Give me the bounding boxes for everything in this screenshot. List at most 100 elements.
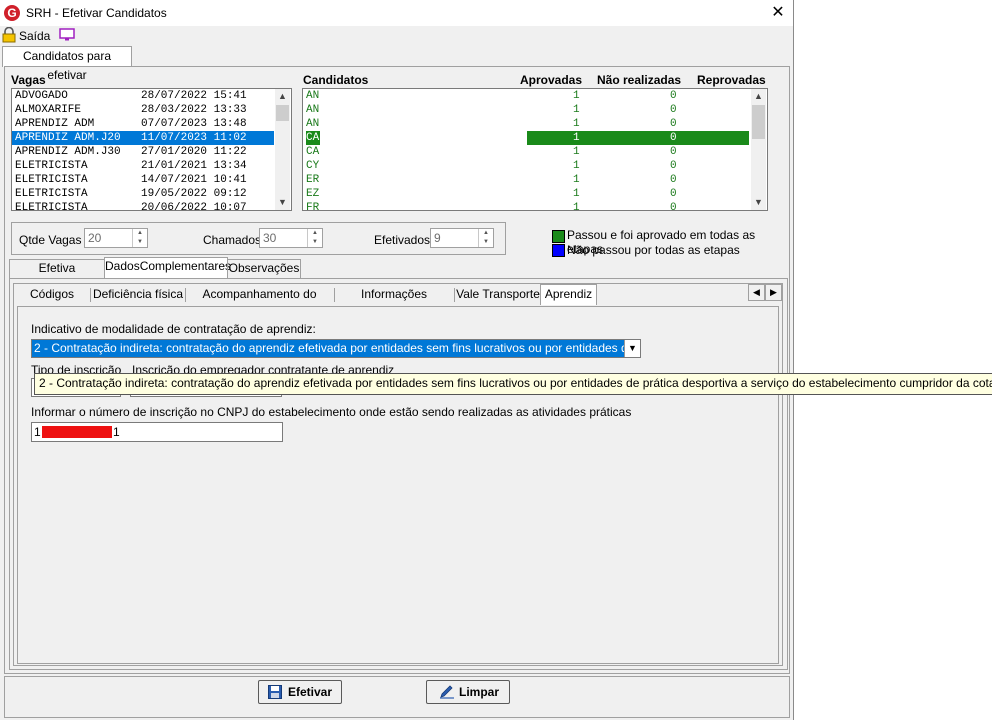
chamados-value: 30 bbox=[263, 231, 277, 245]
list-item[interactable]: APRENDIZ ADM.J30 27/01/2020 11:22 bbox=[12, 145, 274, 159]
candidato-name: AN bbox=[306, 104, 320, 116]
aprovadas-value: 1 bbox=[573, 104, 580, 116]
candidatos-list[interactable]: AN 1 0 AN 1 0 AN 1 0 CA 1 0 CA 1 0 CY 1 0 ER 1 0 EZ 1 0 FR 1 0 ▲ ▼ bbox=[302, 88, 768, 211]
table-row[interactable]: FR 1 0 bbox=[303, 201, 749, 211]
scroll-down-arrow-icon[interactable]: ▼ bbox=[751, 195, 766, 209]
scroll-thumb[interactable] bbox=[752, 105, 765, 139]
subtab-deficiencia-fisica[interactable]: Deficiência física bbox=[92, 285, 184, 304]
aprendiz-panel bbox=[17, 306, 779, 664]
vagas-list[interactable]: ADVOGADO 28/07/2022 15:41 ALMOXARIFE 28/03/… bbox=[11, 88, 292, 211]
spin-arrows-icon[interactable]: ▲ ▼ bbox=[132, 229, 147, 247]
subtab-aprendiz[interactable]: Aprendiz bbox=[540, 284, 597, 305]
exit-button[interactable]: Saída bbox=[19, 29, 50, 43]
tab-scroll-left-icon[interactable]: ◀ bbox=[748, 284, 765, 301]
tab-efetiva-candidato[interactable]: Efetiva Candidato bbox=[9, 259, 105, 292]
toolbar: Saída bbox=[0, 26, 793, 46]
scroll-up-arrow-icon[interactable]: ▲ bbox=[275, 89, 290, 103]
cnpj-input[interactable]: 1 1 bbox=[31, 422, 283, 442]
vagas-header: Vagas bbox=[11, 73, 46, 87]
redacted-block bbox=[42, 426, 112, 438]
aprovadas-value: 1 bbox=[573, 118, 580, 130]
lock-icon[interactable] bbox=[2, 27, 16, 43]
table-row[interactable]: CA 1 0 bbox=[303, 145, 749, 159]
chamados-spinner[interactable]: 30 ▲ ▼ bbox=[259, 228, 323, 248]
efetivados-spinner[interactable]: 9 ▲ ▼ bbox=[430, 228, 494, 248]
tab-candidatos-para-efetivar[interactable]: Candidatos para efetivar bbox=[2, 46, 132, 82]
legend-passed-swatch bbox=[552, 230, 565, 243]
app-logo-icon: G bbox=[4, 5, 20, 21]
candidato-name: ER bbox=[306, 174, 320, 186]
list-item[interactable]: ELETRICISTA 19/05/2022 09:12 bbox=[12, 187, 274, 201]
vaga-name: ELETRICISTA bbox=[15, 160, 88, 172]
col-aprovadas-header: Aprovadas bbox=[520, 73, 583, 87]
modalidade-selected-value: 2 - Contratação indireta: contratação do… bbox=[34, 341, 624, 355]
vaga-date: 07/07/2023 13:48 bbox=[141, 118, 247, 130]
nao-realizadas-value: 0 bbox=[670, 90, 677, 102]
list-item[interactable]: ELETRICISTA 14/07/2021 10:41 bbox=[12, 173, 274, 187]
aprovadas-value: 1 bbox=[573, 146, 580, 158]
vaga-date: 21/01/2021 13:34 bbox=[141, 160, 247, 172]
monitor-icon[interactable] bbox=[59, 28, 75, 42]
vaga-name: APRENDIZ ADM.J30 bbox=[15, 146, 121, 158]
qtde-vagas-spinner[interactable]: 20 ▲ ▼ bbox=[84, 228, 148, 248]
table-row[interactable]: CY 1 0 bbox=[303, 159, 749, 173]
candidato-name: FR bbox=[306, 202, 320, 211]
subtab-codigos-fixos[interactable]: Códigos Fixos bbox=[16, 285, 88, 320]
aprovadas-value: 1 bbox=[573, 174, 580, 186]
vagas-scrollbar[interactable]: ▲ ▼ bbox=[275, 89, 290, 210]
limpar-button[interactable]: Limpar bbox=[426, 680, 510, 704]
table-row[interactable]: EZ 1 0 bbox=[303, 187, 749, 201]
vaga-name: ADVOGADO bbox=[15, 90, 68, 102]
limpar-label: Limpar bbox=[459, 685, 500, 699]
vaga-date: 14/07/2021 10:41 bbox=[141, 174, 247, 186]
legend-not-passed-swatch bbox=[552, 244, 565, 257]
efetivar-button[interactable]: Efetivar bbox=[258, 680, 342, 704]
table-row[interactable]: AN 1 0 bbox=[303, 117, 749, 131]
tab-scroll-right-icon[interactable]: ▶ bbox=[765, 284, 782, 301]
spin-arrows-icon[interactable]: ▲ ▼ bbox=[307, 229, 322, 247]
tab-dados-complementares[interactable]: DadosComplementares bbox=[104, 257, 231, 279]
efetivados-label: Efetivados bbox=[374, 233, 431, 247]
modalidade-tooltip: 2 - Contratação indireta: contratação do… bbox=[34, 373, 992, 395]
scroll-up-arrow-icon[interactable]: ▲ bbox=[751, 89, 766, 103]
vaga-date: 19/05/2022 09:12 bbox=[141, 188, 247, 200]
subtab-acompanhamento-comite[interactable]: Acompanhamento do Comitê bbox=[187, 285, 332, 320]
vaga-date: 28/03/2022 13:33 bbox=[141, 104, 247, 116]
tab-observacoes[interactable]: Observações bbox=[227, 259, 301, 278]
aprovadas-value: 1 bbox=[573, 202, 580, 211]
table-row[interactable]: AN 1 0 bbox=[303, 89, 749, 103]
vaga-name: ELETRICISTA bbox=[15, 174, 88, 186]
vaga-name: ELETRICISTA bbox=[15, 188, 88, 200]
close-button[interactable]: ✕ bbox=[765, 2, 791, 24]
vaga-date: 28/07/2022 15:41 bbox=[141, 90, 247, 102]
window-title: SRH - Efetivar Candidatos bbox=[26, 6, 167, 20]
scroll-thumb[interactable] bbox=[276, 105, 289, 121]
table-row[interactable]: ER 1 0 bbox=[303, 173, 749, 187]
subtab-vale-transporte[interactable]: Vale Transporte bbox=[456, 285, 540, 304]
candidato-name: EZ bbox=[306, 188, 320, 200]
candidatos-scrollbar[interactable]: ▲ ▼ bbox=[751, 89, 766, 210]
list-item[interactable]: ELETRICISTA 20/06/2022 10:07 bbox=[12, 201, 274, 211]
list-item[interactable]: APRENDIZ ADM.J20 11/07/2023 11:02 bbox=[12, 131, 274, 145]
candidato-name: AN bbox=[306, 90, 320, 102]
vaga-date: 27/01/2020 11:22 bbox=[141, 146, 247, 158]
save-icon bbox=[268, 685, 282, 699]
chevron-down-icon[interactable]: ▼ bbox=[624, 340, 640, 357]
vaga-name: ALMOXARIFE bbox=[15, 104, 82, 116]
list-item[interactable]: ALMOXARIFE 28/03/2022 13:33 bbox=[12, 103, 274, 117]
list-item[interactable]: ELETRICISTA 21/01/2021 13:34 bbox=[12, 159, 274, 173]
efetivar-label: Efetivar bbox=[288, 685, 333, 699]
aprovadas-value: 1 bbox=[573, 90, 580, 102]
nao-realizadas-value: 0 bbox=[670, 132, 677, 144]
qtde-vagas-value: 20 bbox=[88, 231, 102, 245]
spin-arrows-icon[interactable]: ▲ ▼ bbox=[478, 229, 493, 247]
list-item[interactable]: APRENDIZ ADM 07/07/2023 13:48 bbox=[12, 117, 274, 131]
subtab-informacoes-adicionais[interactable]: Informações Adicionais bbox=[336, 285, 452, 320]
modalidade-select[interactable]: 2 - Contratação indireta: contratação do… bbox=[31, 339, 641, 358]
scroll-down-arrow-icon[interactable]: ▼ bbox=[275, 195, 290, 209]
table-row[interactable]: CA 1 0 bbox=[303, 131, 749, 145]
col-reprovadas-header: Reprovadas bbox=[697, 73, 766, 87]
list-item[interactable]: ADVOGADO 28/07/2022 15:41 bbox=[12, 89, 274, 103]
table-row[interactable]: AN 1 0 bbox=[303, 103, 749, 117]
vaga-date: 20/06/2022 10:07 bbox=[141, 202, 247, 211]
